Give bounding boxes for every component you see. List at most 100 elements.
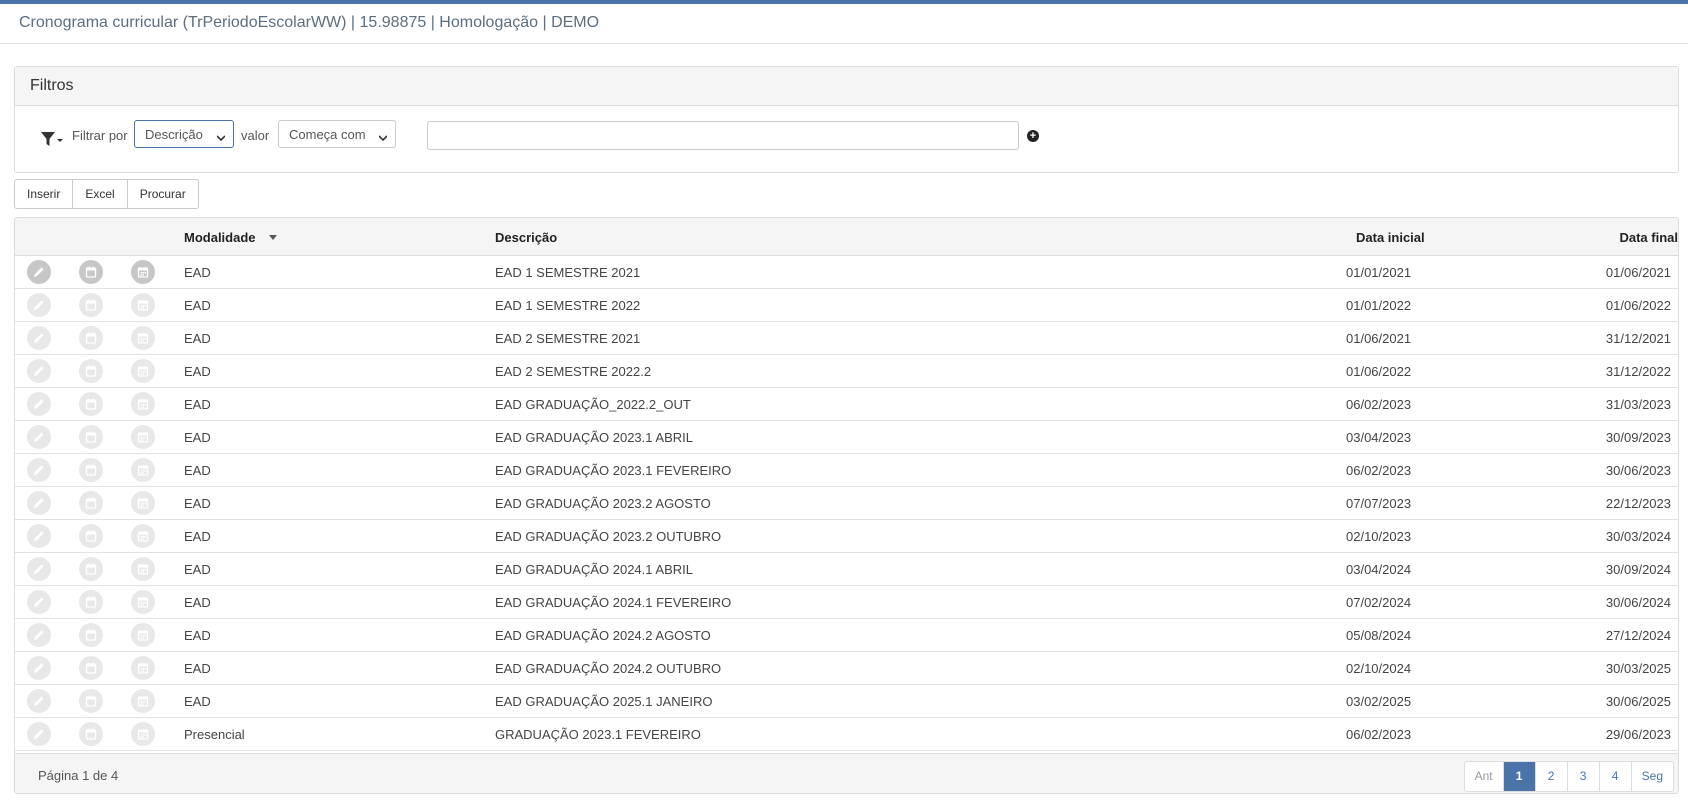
calendar-grid-icon[interactable] bbox=[131, 260, 155, 284]
calendar-grid-icon[interactable] bbox=[131, 458, 155, 482]
table-row[interactable]: EAD EAD GRADUAÇÃO 2023.1 ABRIL 03/04/2023 3… bbox=[15, 421, 1678, 454]
table-row[interactable]: EAD EAD GRADUAÇÃO 2023.2 OUTUBRO 02/10/202… bbox=[15, 520, 1678, 553]
filter-field-select[interactable]: Descrição bbox=[134, 120, 234, 148]
edit-icon[interactable] bbox=[27, 590, 51, 614]
table-row[interactable]: EAD EAD GRADUAÇÃO 2024.2 AGOSTO 05/08/2024… bbox=[15, 619, 1678, 652]
calendar-icon[interactable] bbox=[79, 293, 103, 317]
column-header-data-inicial[interactable]: Data inicial bbox=[1356, 230, 1425, 245]
add-filter-icon[interactable]: + bbox=[1027, 130, 1039, 142]
column-header-data-final[interactable]: Data final bbox=[1619, 230, 1678, 245]
pager-page-2[interactable]: 2 bbox=[1536, 762, 1568, 791]
table-row[interactable]: EAD EAD 1 SEMESTRE 2022 01/01/2022 01/06/20… bbox=[15, 289, 1678, 322]
calendar-grid-icon[interactable] bbox=[131, 359, 155, 383]
cell-modalidade: EAD bbox=[184, 694, 211, 709]
calendar-icon[interactable] bbox=[79, 656, 103, 680]
pager-page-3[interactable]: 3 bbox=[1568, 762, 1600, 791]
pager-next[interactable]: Seg bbox=[1632, 762, 1673, 791]
column-header-descricao[interactable]: Descrição bbox=[495, 230, 557, 245]
table-row[interactable]: EAD EAD 2 SEMESTRE 2022.2 01/06/2022 31/12/… bbox=[15, 355, 1678, 388]
filter-panel-body: Filtrar por Descrição valor Começa com + bbox=[15, 106, 1678, 172]
edit-icon[interactable] bbox=[27, 524, 51, 548]
insert-button[interactable]: Inserir bbox=[15, 180, 74, 208]
cell-descricao: EAD GRADUAÇÃO 2024.1 ABRIL bbox=[495, 562, 693, 577]
calendar-icon[interactable] bbox=[79, 425, 103, 449]
calendar-icon[interactable] bbox=[79, 590, 103, 614]
calendar-grid-icon[interactable] bbox=[131, 722, 155, 746]
cell-data-final: 30/06/2025 bbox=[1605, 694, 1671, 709]
chevron-down-icon bbox=[378, 130, 388, 142]
grid-footer: Página 1 de 4 Ant 1 2 3 4 Seg bbox=[15, 753, 1678, 793]
cell-descricao: EAD 1 SEMESTRE 2022 bbox=[495, 298, 641, 313]
action-toolbar: Inserir Excel Procurar bbox=[14, 179, 199, 209]
cell-data-inicial: 07/07/2023 bbox=[1346, 496, 1412, 511]
calendar-grid-icon[interactable] bbox=[131, 689, 155, 713]
calendar-grid-icon[interactable] bbox=[131, 656, 155, 680]
filter-funnel-icon[interactable] bbox=[41, 131, 65, 147]
edit-icon[interactable] bbox=[27, 491, 51, 515]
cell-modalidade: EAD bbox=[184, 265, 211, 280]
table-row[interactable]: EAD EAD 1 SEMESTRE 2021 01/01/2021 01/06/20… bbox=[15, 256, 1678, 289]
cell-modalidade: EAD bbox=[184, 397, 211, 412]
calendar-icon[interactable] bbox=[79, 359, 103, 383]
calendar-grid-icon[interactable] bbox=[131, 425, 155, 449]
edit-icon[interactable] bbox=[27, 722, 51, 746]
edit-icon[interactable] bbox=[27, 260, 51, 284]
calendar-icon[interactable] bbox=[79, 623, 103, 647]
cell-descricao: EAD GRADUAÇÃO_2022.2_OUT bbox=[495, 397, 691, 412]
sort-desc-icon[interactable] bbox=[269, 235, 277, 240]
cell-data-final: 30/06/2024 bbox=[1605, 595, 1671, 610]
calendar-grid-icon[interactable] bbox=[131, 590, 155, 614]
table-row[interactable]: EAD EAD 2 SEMESTRE 2021 01/06/2021 31/12/20… bbox=[15, 322, 1678, 355]
calendar-icon[interactable] bbox=[79, 557, 103, 581]
cell-data-inicial: 01/01/2021 bbox=[1346, 265, 1412, 280]
edit-icon[interactable] bbox=[27, 392, 51, 416]
search-button[interactable]: Procurar bbox=[128, 180, 198, 208]
calendar-grid-icon[interactable] bbox=[131, 491, 155, 515]
edit-icon[interactable] bbox=[27, 557, 51, 581]
table-row[interactable]: EAD EAD GRADUAÇÃO 2024.1 ABRIL 03/04/2024 3… bbox=[15, 553, 1678, 586]
edit-icon[interactable] bbox=[27, 458, 51, 482]
calendar-icon[interactable] bbox=[79, 524, 103, 548]
edit-icon[interactable] bbox=[27, 293, 51, 317]
calendar-icon[interactable] bbox=[79, 458, 103, 482]
page-info: Página 1 de 4 bbox=[38, 768, 119, 783]
cell-data-final: 30/03/2025 bbox=[1605, 661, 1671, 676]
calendar-grid-icon[interactable] bbox=[131, 293, 155, 317]
calendar-grid-icon[interactable] bbox=[131, 326, 155, 350]
table-row[interactable]: EAD EAD GRADUAÇÃO 2024.2 OUTUBRO 02/10/202… bbox=[15, 652, 1678, 685]
table-row[interactable]: EAD EAD GRADUAÇÃO 2023.1 FEVEREIRO 06/02/2… bbox=[15, 454, 1678, 487]
pager-page-1[interactable]: 1 bbox=[1503, 762, 1536, 791]
pager-prev[interactable]: Ant bbox=[1465, 762, 1504, 791]
table-row[interactable]: Presencial GRADUAÇÃO 2023.1 FEVEREIRO 06/0… bbox=[15, 718, 1678, 751]
table-row[interactable]: EAD EAD GRADUAÇÃO_2022.2_OUT 06/02/2023 31/… bbox=[15, 388, 1678, 421]
edit-icon[interactable] bbox=[27, 623, 51, 647]
table-row[interactable]: EAD EAD GRADUAÇÃO 2024.1 FEVEREIRO 07/02/2… bbox=[15, 586, 1678, 619]
cell-modalidade: EAD bbox=[184, 430, 211, 445]
calendar-icon[interactable] bbox=[79, 722, 103, 746]
edit-icon[interactable] bbox=[27, 689, 51, 713]
calendar-icon[interactable] bbox=[79, 326, 103, 350]
calendar-grid-icon[interactable] bbox=[131, 557, 155, 581]
operator-select[interactable]: Começa com bbox=[278, 120, 396, 148]
cell-data-final: 31/12/2021 bbox=[1605, 331, 1671, 346]
cell-data-final: 01/06/2022 bbox=[1605, 298, 1671, 313]
calendar-grid-icon[interactable] bbox=[131, 524, 155, 548]
edit-icon[interactable] bbox=[27, 326, 51, 350]
column-header-modalidade[interactable]: Modalidade bbox=[184, 230, 256, 245]
cell-modalidade: EAD bbox=[184, 661, 211, 676]
calendar-grid-icon[interactable] bbox=[131, 392, 155, 416]
filter-value-input[interactable] bbox=[427, 121, 1019, 150]
pager-page-4[interactable]: 4 bbox=[1600, 762, 1632, 791]
calendar-icon[interactable] bbox=[79, 491, 103, 515]
excel-button[interactable]: Excel bbox=[73, 180, 128, 208]
table-row[interactable]: EAD EAD GRADUAÇÃO 2025.1 JANEIRO 03/02/202… bbox=[15, 685, 1678, 718]
edit-icon[interactable] bbox=[27, 359, 51, 383]
edit-icon[interactable] bbox=[27, 656, 51, 680]
calendar-icon[interactable] bbox=[79, 689, 103, 713]
edit-icon[interactable] bbox=[27, 425, 51, 449]
calendar-icon[interactable] bbox=[79, 260, 103, 284]
calendar-grid-icon[interactable] bbox=[131, 623, 155, 647]
cell-descricao: EAD GRADUAÇÃO 2025.1 JANEIRO bbox=[495, 694, 713, 709]
calendar-icon[interactable] bbox=[79, 392, 103, 416]
table-row[interactable]: EAD EAD GRADUAÇÃO 2023.2 AGOSTO 07/07/2023… bbox=[15, 487, 1678, 520]
